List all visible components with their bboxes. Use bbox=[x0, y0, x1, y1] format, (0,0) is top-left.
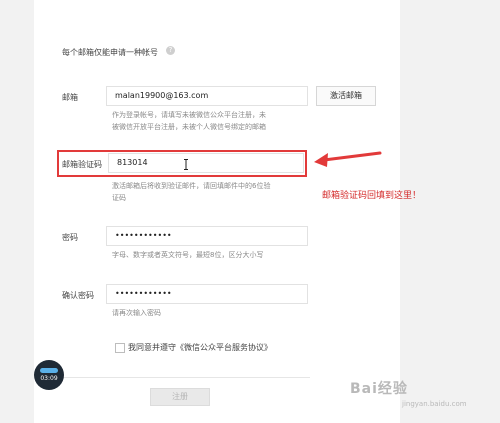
watermark-url: jingyan.baidu.com bbox=[402, 400, 467, 408]
verify-code-input[interactable]: 813014 bbox=[108, 153, 304, 173]
verify-code-label: 邮箱验证码 bbox=[62, 160, 102, 169]
registration-panel bbox=[34, 0, 400, 423]
email-label: 邮箱 bbox=[62, 93, 78, 102]
confirm-password-hint: 请再次输入密码 bbox=[112, 309, 161, 317]
audio-wave-icon bbox=[40, 368, 58, 373]
verify-code-hint-line2: 证码 bbox=[112, 194, 126, 202]
annotation-text: 邮箱验证码回填到这里！ bbox=[322, 191, 422, 201]
email-hint-line1: 作为登录帐号，请填写未被微信公众平台注册，未 bbox=[112, 111, 266, 119]
confirm-password-label: 确认密码 bbox=[62, 291, 94, 300]
audio-player-widget[interactable]: 03:09 bbox=[34, 360, 64, 390]
confirm-password-input[interactable]: •••••••••••• bbox=[106, 284, 308, 304]
red-arrow-icon bbox=[314, 151, 382, 167]
password-input[interactable]: •••••••••••• bbox=[106, 226, 308, 246]
register-button[interactable]: 注册 bbox=[150, 388, 210, 406]
email-input[interactable]: malan19900@163.com bbox=[106, 86, 308, 106]
checkbox-icon[interactable] bbox=[115, 343, 125, 353]
activate-email-button[interactable]: 激活邮箱 bbox=[316, 86, 376, 106]
verify-code-hint-line1: 激活邮箱后将收到验证邮件，请回填邮件中的6位验 bbox=[112, 182, 271, 190]
intro-text: 每个邮箱仅能申请一种帐号 bbox=[62, 48, 158, 57]
agreement-text[interactable]: 我同意并遵守《微信公众平台服务协议》 bbox=[128, 342, 272, 353]
password-label: 密码 bbox=[62, 233, 78, 242]
watermark-logo: Bai经验 bbox=[350, 381, 408, 397]
help-icon[interactable]: ? bbox=[166, 46, 175, 55]
player-time: 03:09 bbox=[40, 375, 58, 382]
text-cursor-icon bbox=[184, 159, 188, 170]
divider bbox=[62, 377, 310, 378]
password-hint: 字母、数字或者英文符号，最短8位，区分大小写 bbox=[112, 251, 264, 259]
email-hint-line2: 被微信开放平台注册，未被个人微信号绑定的邮箱 bbox=[112, 123, 266, 131]
